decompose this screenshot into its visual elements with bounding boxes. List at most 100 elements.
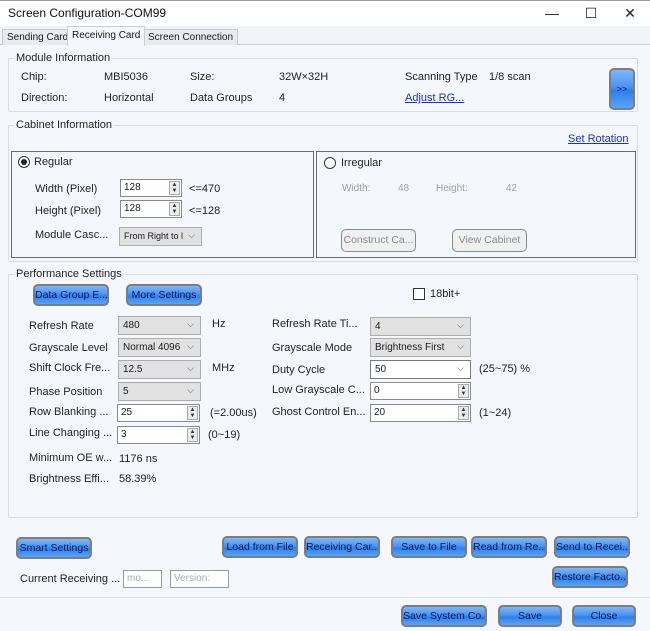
width-limit: <=470: [189, 183, 221, 195]
ghost-control-note: (1~24): [479, 407, 512, 419]
refresh-rate-select[interactable]: 480 ⌵: [118, 316, 201, 335]
row-blanking-label: Row Blanking ...: [29, 406, 109, 418]
width-pixel-label: Width (Pixel): [35, 183, 98, 195]
module-info-title: Module Information: [14, 52, 113, 64]
refresh-rate-label: Refresh Rate: [29, 320, 94, 332]
grayscale-level-label: Grayscale Level: [29, 342, 108, 354]
model-field[interactable]: mo...: [123, 570, 162, 588]
chip-value: MBI5036: [104, 71, 149, 83]
expand-module-button[interactable]: >>: [609, 68, 635, 110]
chevron-down-icon: ⌵: [188, 230, 195, 240]
low-grayscale-label: Low Grayscale C...: [272, 384, 365, 396]
performance-title: Performance Settings: [14, 268, 124, 280]
current-receiving-label: Current Receiving ...: [20, 573, 121, 585]
save-system-config-button[interactable]: Save System Co...: [401, 605, 487, 627]
grayscale-level-select[interactable]: Normal 4096 ⌵: [118, 338, 201, 357]
restore-factory-button[interactable]: Restore Facto...: [552, 566, 628, 588]
read-from-receiving-button[interactable]: Read from Re...: [471, 536, 547, 558]
footer-separator: [0, 597, 650, 598]
width-spin-arrows[interactable]: ▲ ▼: [169, 181, 180, 195]
save-to-file-button[interactable]: Save to File: [391, 536, 467, 558]
window-title: Screen Configuration-COM99: [8, 6, 167, 20]
min-oe-value: 1176 ns: [119, 453, 158, 465]
chevron-down-icon: ⌵: [187, 385, 194, 395]
version-field[interactable]: Version:: [170, 570, 229, 588]
chevron-down-icon: ⌵: [187, 341, 194, 351]
chevron-down-icon: ⌵: [187, 319, 194, 329]
irregular-height-label: Height:: [436, 183, 468, 194]
shift-clock-unit: MHz: [212, 362, 235, 374]
module-cascade-label: Module Casc...: [35, 229, 109, 241]
view-cabinet-button[interactable]: View Cabinet: [452, 229, 527, 252]
chevron-down-icon: ⌵: [457, 363, 464, 373]
tab-screen-connection[interactable]: Screen Connection: [143, 29, 239, 45]
row-blanking-input[interactable]: 25 ▲ ▼: [117, 404, 200, 422]
refresh-times-select[interactable]: 4 ⌵: [370, 317, 471, 336]
tab-receiving-card[interactable]: Receiving Card: [67, 26, 146, 46]
construct-cabinet-button[interactable]: Construct Ca...: [341, 229, 416, 252]
brightness-efficiency-value: 58.39%: [119, 473, 157, 485]
irregular-width-label: Width:: [342, 183, 371, 194]
shift-clock-label: Shift Clock Fre...: [29, 362, 111, 374]
smart-settings-button[interactable]: Smart Settings: [16, 537, 92, 559]
duty-cycle-select[interactable]: 50 ⌵: [370, 360, 471, 379]
refresh-times-label: Refresh Rate Ti...: [272, 318, 358, 330]
size-value: 32W×32H: [279, 71, 329, 83]
close-button[interactable]: Close: [572, 605, 636, 627]
phase-position-select[interactable]: 5 ⌵: [118, 382, 201, 401]
irregular-radio[interactable]: [324, 157, 336, 169]
height-pixel-input[interactable]: 128 ▲ ▼: [120, 200, 182, 218]
size-label: Size:: [190, 71, 215, 83]
width-pixel-input[interactable]: 128 ▲ ▼: [120, 179, 182, 197]
direction-value: Horizontal: [104, 92, 154, 104]
low-grayscale-input[interactable]: 0 ▲ ▼: [370, 382, 471, 400]
irregular-height-value: 42: [506, 183, 518, 194]
tab-sending-card[interactable]: Sending Card: [2, 29, 74, 45]
ghost-control-label: Ghost Control En...: [272, 406, 366, 418]
line-changing-input[interactable]: 3 ▲ ▼: [117, 426, 200, 444]
18bit-checkbox[interactable]: [413, 288, 425, 300]
phase-position-label: Phase Position: [29, 386, 103, 398]
scanning-type-value: 1/8 scan: [489, 71, 531, 83]
data-group-button[interactable]: Data Group E...: [33, 284, 109, 306]
line-changing-label: Line Changing ...: [29, 427, 113, 439]
height-spin-arrows[interactable]: ▲ ▼: [169, 202, 180, 216]
chevron-down-icon: ⌵: [457, 341, 464, 351]
adjust-rg-link[interactable]: Adjust RG...: [405, 92, 464, 104]
ghost-control-input[interactable]: 20 ▲ ▼: [370, 404, 471, 422]
min-oe-label: Minimum OE w...: [29, 452, 113, 464]
cabinet-info-title: Cabinet Information: [14, 119, 114, 131]
data-groups-value: 4: [279, 92, 286, 104]
ghost-control-spin-arrows[interactable]: ▲ ▼: [458, 406, 469, 420]
minimize-button[interactable]: —: [538, 3, 566, 23]
18bit-label: 18bit+: [430, 288, 461, 300]
module-cascade-select[interactable]: From Right to l ⌵: [119, 227, 202, 246]
send-to-receiving-button[interactable]: Send to Recei...: [554, 536, 630, 558]
line-changing-spin-arrows[interactable]: ▲ ▼: [187, 428, 198, 442]
receiving-card-button[interactable]: Receiving Car...: [304, 536, 380, 558]
regular-label: Regular: [34, 156, 73, 168]
height-pixel-label: Height (Pixel): [35, 205, 102, 217]
scanning-type-label: Scanning Type: [405, 71, 478, 83]
duty-cycle-note: (25~75) %: [479, 363, 531, 375]
shift-clock-select[interactable]: 12.5 ⌵: [118, 360, 201, 379]
line-changing-note: (0~19): [208, 429, 241, 441]
chip-label: Chip:: [21, 71, 47, 83]
chevron-down-icon: ⌵: [187, 363, 194, 373]
close-window-button[interactable]: ✕: [616, 3, 644, 23]
more-settings-button[interactable]: More Settings: [126, 284, 202, 306]
irregular-label: Irregular: [341, 157, 382, 169]
direction-label: Direction:: [21, 92, 68, 104]
load-from-file-button[interactable]: Load from File: [222, 536, 298, 558]
data-groups-label: Data Groups: [190, 92, 253, 104]
row-blanking-spin-arrows[interactable]: ▲ ▼: [187, 406, 198, 420]
maximize-button[interactable]: ☐: [577, 3, 605, 23]
save-button[interactable]: Save: [498, 605, 562, 627]
refresh-rate-unit: Hz: [212, 318, 226, 330]
low-grayscale-spin-arrows[interactable]: ▲ ▼: [458, 384, 469, 398]
chevron-down-icon: ⌵: [457, 320, 464, 330]
grayscale-mode-select[interactable]: Brightness First ⌵: [370, 338, 471, 357]
set-rotation-link[interactable]: Set Rotation: [568, 133, 629, 145]
regular-radio[interactable]: [18, 156, 30, 168]
duty-cycle-label: Duty Cycle: [272, 364, 326, 376]
